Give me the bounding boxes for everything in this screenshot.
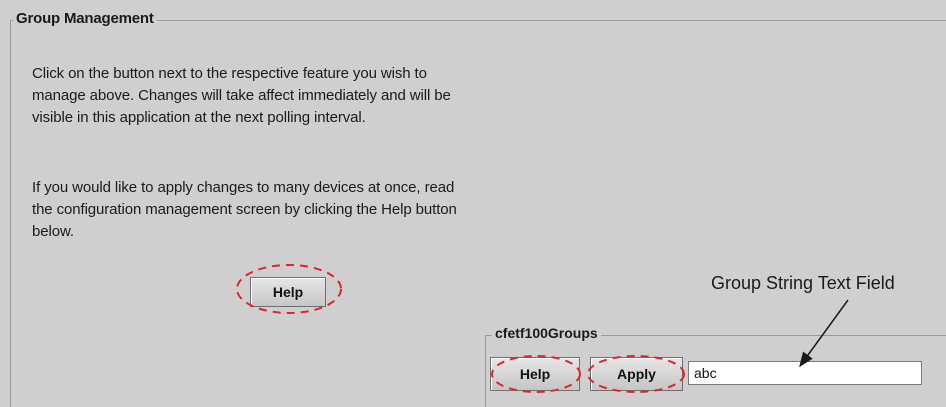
group-management-panel: Group Management Click on the button nex…	[0, 0, 946, 407]
description-paragraph-1: Click on the button next to the respecti…	[32, 65, 451, 126]
group-string-text-field[interactable]	[688, 361, 922, 385]
group-management-title: Group Management	[13, 10, 157, 27]
group-string-callout-label: Group String Text Field	[711, 273, 895, 293]
help-button[interactable]: Help	[250, 277, 326, 307]
groups-apply-button[interactable]: Apply	[590, 357, 683, 391]
cfetf100groups-title: cfetf100Groups	[492, 325, 601, 341]
description-paragraph-2: If you would like to apply changes to ma…	[32, 179, 457, 240]
groups-help-button[interactable]: Help	[490, 357, 580, 391]
